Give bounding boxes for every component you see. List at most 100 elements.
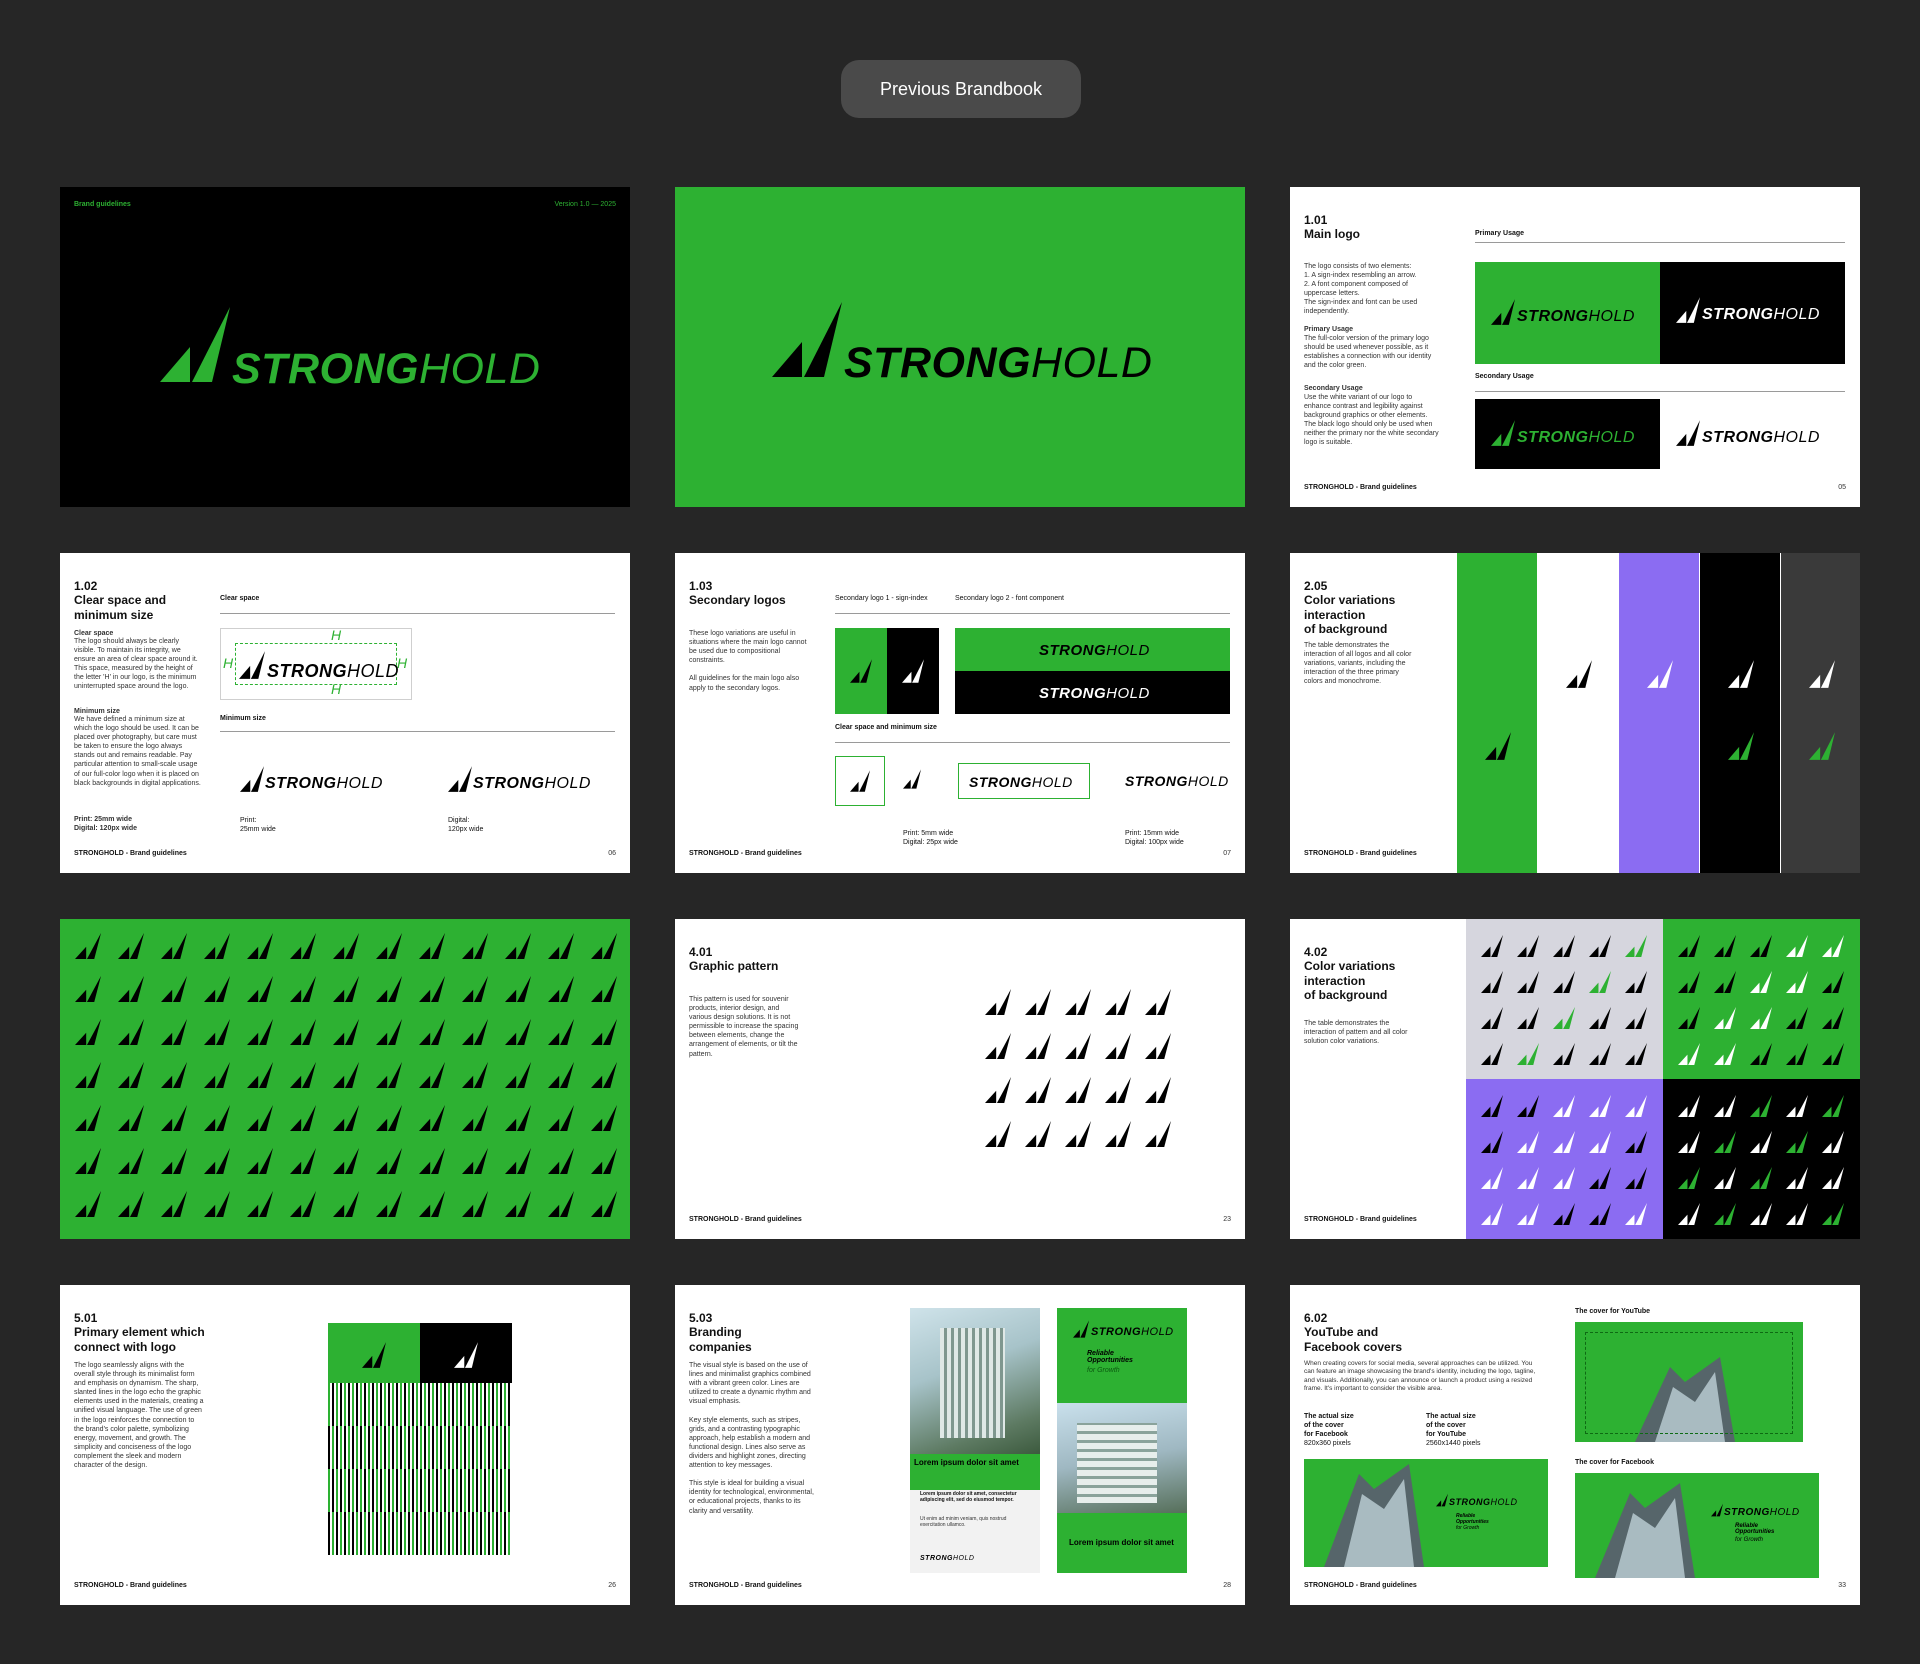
stripe [364, 1469, 366, 1512]
pattern-mark-icon [1714, 1043, 1736, 1065]
previous-brandbook-button[interactable]: Previous Brandbook [841, 60, 1081, 118]
pattern-mark-icon [75, 1191, 101, 1217]
slide-pattern-variations[interactable]: 4.02 Color variations interaction of back… [1290, 919, 1860, 1239]
pattern-mark-icon [1145, 1033, 1171, 1059]
h-marker: H [223, 655, 234, 671]
stripe [480, 1426, 482, 1469]
slide-primary-element[interactable]: 5.01 Primary element which connect with l… [60, 1285, 630, 1605]
divider [220, 731, 615, 732]
stripe [424, 1512, 426, 1555]
cover-tagline-sub: for Growth [1735, 1537, 1764, 1543]
slide-social-covers[interactable]: 6.02 YouTube and Facebook covers When cre… [1290, 1285, 1860, 1605]
stripe [344, 1383, 346, 1426]
stripe [344, 1469, 346, 1512]
stripe [436, 1512, 438, 1555]
page-number: 07 [1223, 850, 1231, 857]
stripe [328, 1426, 330, 1469]
pattern-mark-icon [247, 1019, 273, 1045]
pattern-mark-icon [1517, 971, 1539, 993]
facebook-cover-preview: STRONGHOLD Reliable Opportunities for Gr… [1575, 1473, 1819, 1578]
logo-mark-icon [903, 769, 921, 789]
stripe [500, 1383, 502, 1426]
pattern-mark-icon [985, 1121, 1011, 1147]
stripe [444, 1383, 446, 1426]
stripe [412, 1512, 414, 1555]
slide-pattern-green[interactable] [60, 919, 630, 1239]
secondary-logo-2-label: Secondary logo 2 - font component [955, 595, 1064, 602]
stripe [360, 1426, 362, 1469]
pattern-mark-icon [1750, 935, 1772, 957]
pattern-mark-icon [591, 933, 617, 959]
poster-tagline-sub: for Growth [1087, 1367, 1120, 1374]
pattern-mark-icon [462, 1105, 488, 1131]
pattern-mark-icon [548, 933, 574, 959]
stripe [416, 1383, 418, 1426]
print-size: Print: 25mm wide [240, 817, 276, 834]
pattern-mark-icon [1517, 935, 1539, 957]
pattern-mark-icon [1589, 935, 1611, 957]
slide-secondary-logos[interactable]: 1.03 Secondary logos These logo variation… [675, 553, 1245, 873]
slide-color-variations[interactable]: 2.05 Color variations interaction of back… [1290, 553, 1860, 873]
pattern-mark-icon [1678, 1007, 1700, 1029]
pattern-mark-icon [247, 933, 273, 959]
h-marker: H [397, 655, 408, 671]
stripe [408, 1512, 410, 1555]
stripe [344, 1512, 346, 1555]
pattern-mark-icon [75, 976, 101, 1002]
logo-mark-icon [772, 302, 842, 377]
pattern-mark-icon [1065, 989, 1091, 1015]
poster-building-photo [1057, 1403, 1187, 1513]
logo-mark-icon [362, 1342, 386, 1368]
pattern-mark-icon [204, 933, 230, 959]
section-number: 1.02 [74, 579, 98, 593]
stripe [456, 1426, 458, 1469]
stripe [424, 1469, 426, 1512]
stripe [500, 1426, 502, 1469]
divider [1475, 391, 1845, 392]
stripe [360, 1512, 362, 1555]
logo-mark-icon [239, 651, 265, 679]
stripe [360, 1469, 362, 1512]
stripe [404, 1469, 406, 1512]
logo-mark-icon [240, 766, 264, 792]
pattern-mark-icon [75, 1105, 101, 1131]
slide-cover-green[interactable]: STRONGHOLD [675, 187, 1245, 507]
stripe [504, 1383, 506, 1426]
slide-cover-black[interactable]: Brand guidelines Version 1.0 — 2025 STRO… [60, 187, 630, 507]
pattern-mark-icon [462, 1148, 488, 1174]
footer-text: STRONGHOLD - Brand guidelines [689, 1582, 802, 1589]
stripe [508, 1512, 510, 1555]
stripe [476, 1383, 478, 1426]
pattern-mark-icon [1678, 1095, 1700, 1117]
pattern-mark-icon [1678, 935, 1700, 957]
pattern-mark-icon [985, 1077, 1011, 1103]
element-black-tile [420, 1323, 512, 1383]
stripe [476, 1426, 478, 1469]
logo-secondary-black-tile: STRONGHOLD [1475, 399, 1660, 469]
pattern-mark-icon [1025, 989, 1051, 1015]
stripe [332, 1383, 334, 1426]
font-green-tile: STRONGHOLD [955, 628, 1230, 671]
pattern-mark-icon [591, 1062, 617, 1088]
stripe [392, 1426, 394, 1469]
pattern-mark-icon [1625, 1043, 1647, 1065]
wordmark: STRONGHOLD [267, 661, 400, 681]
pattern-mark-icon [161, 1191, 187, 1217]
stripe [444, 1512, 446, 1555]
stripe [440, 1383, 442, 1426]
slide-graphic-pattern[interactable]: 4.01 Graphic pattern This pattern is used… [675, 919, 1245, 1239]
section-title: Color variations interaction of backgrou… [1304, 593, 1396, 637]
section-number: 1.03 [689, 579, 713, 593]
stripe [372, 1383, 374, 1426]
logo-mark-icon [160, 307, 230, 382]
pattern-mark-icon [204, 1191, 230, 1217]
stripe [496, 1426, 498, 1469]
stripe [384, 1383, 386, 1426]
slide-clear-space[interactable]: 1.02 Clear space and minimum size Clear s… [60, 553, 630, 873]
page-number: 05 [1838, 484, 1846, 491]
slide-branding-companies[interactable]: 5.03 Branding companies The visual style … [675, 1285, 1245, 1605]
slide-main-logo[interactable]: 1.01 Main logo The logo consists of two e… [1290, 187, 1860, 507]
pattern-mark-icon [1145, 1121, 1171, 1147]
youtube-size-label: The actual size of the cover for YouTube [1426, 1413, 1476, 1439]
stripe [344, 1426, 346, 1469]
